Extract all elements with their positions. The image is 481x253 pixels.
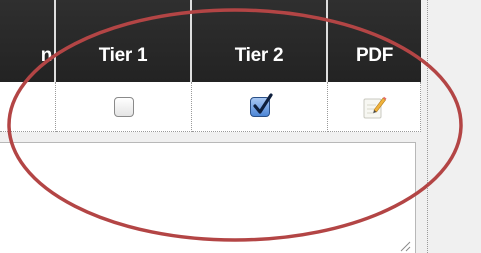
column-header-partial: n	[0, 0, 56, 82]
screenshot-canvas: n Tier 1 Tier 2 PDF	[0, 0, 481, 253]
table-cell	[0, 82, 56, 132]
panel-divider	[427, 0, 428, 253]
tier-1-checkbox[interactable]	[113, 96, 134, 117]
table-cell-tier-1	[56, 82, 192, 132]
column-header-tier-2[interactable]: Tier 2	[192, 0, 328, 82]
tier-2-checkbox[interactable]	[249, 92, 273, 117]
table-cell-pdf	[328, 82, 421, 132]
column-header-label: Tier 2	[234, 45, 284, 66]
column-header-pdf[interactable]: PDF	[328, 0, 421, 82]
table-header-row: n Tier 1 Tier 2 PDF	[0, 0, 421, 82]
table-row	[0, 82, 421, 132]
column-header-label: PDF	[355, 45, 394, 66]
table-cell-tier-2	[192, 82, 328, 132]
text-area[interactable]	[0, 142, 416, 253]
column-header-tier-1[interactable]: Tier 1	[56, 0, 192, 82]
column-header-label: n	[40, 45, 53, 66]
pdf-edit-icon[interactable]	[361, 94, 387, 120]
checkmark-icon	[252, 92, 273, 114]
resize-grip-icon[interactable]	[397, 238, 411, 252]
column-header-label: Tier 1	[98, 45, 148, 66]
